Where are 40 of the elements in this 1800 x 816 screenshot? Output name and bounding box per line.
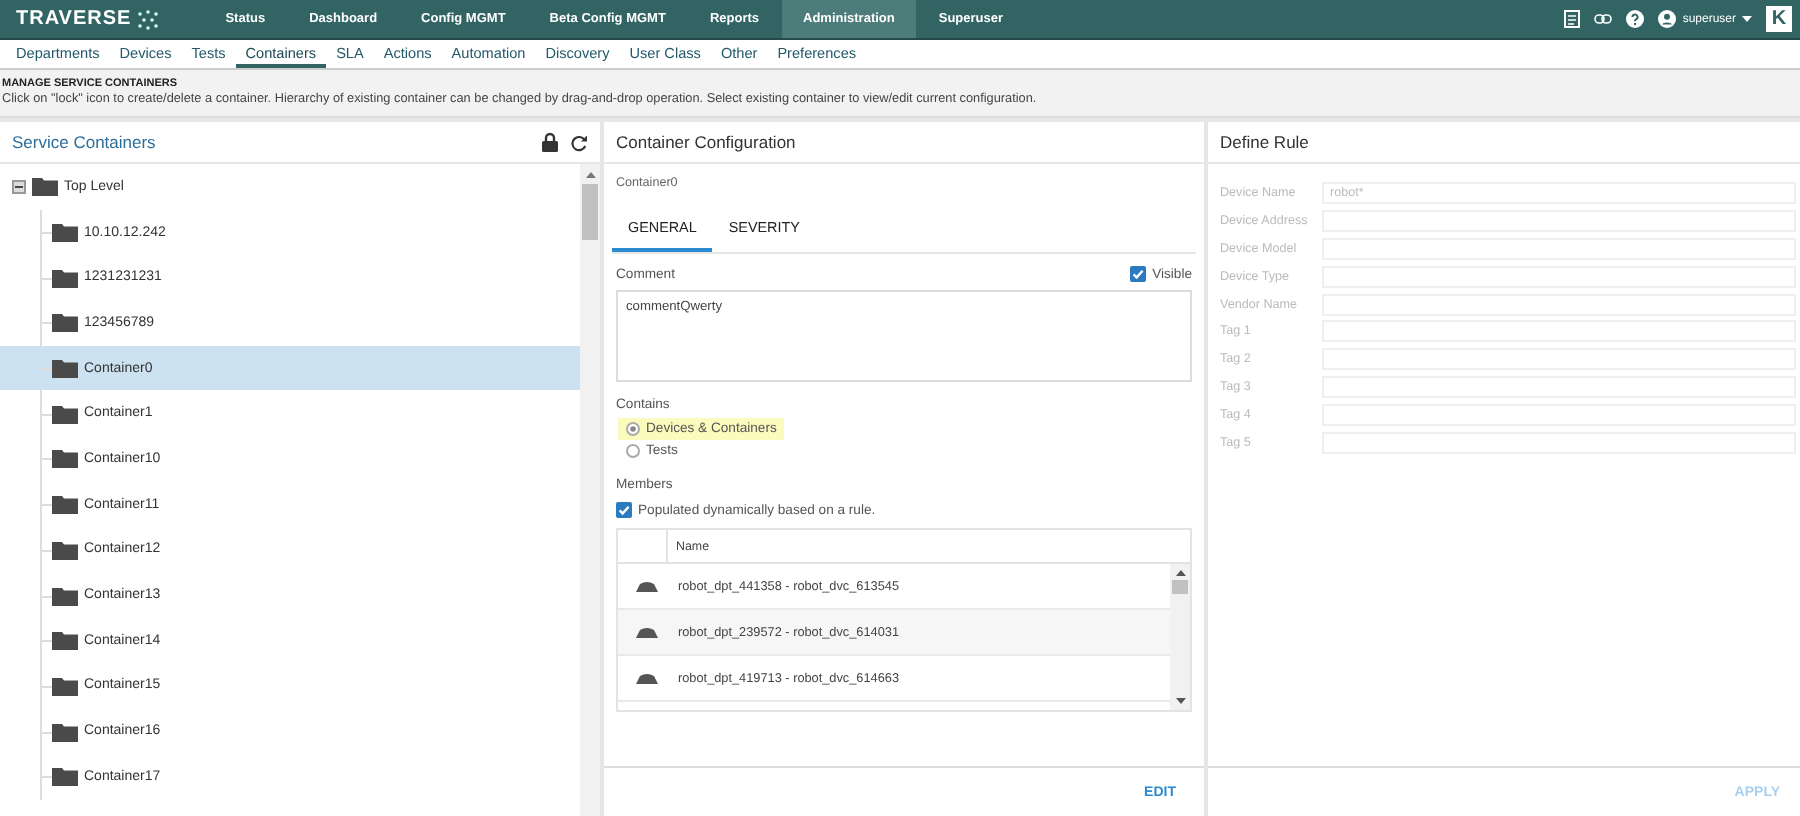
folder-icon (52, 222, 78, 243)
folder-icon (52, 403, 78, 424)
scroll-up-icon[interactable] (585, 172, 595, 178)
scrollbar[interactable] (1170, 564, 1190, 710)
folder-icon (52, 766, 78, 787)
folder-icon (52, 721, 78, 742)
scrollbar[interactable] (580, 164, 600, 816)
user-icon (1658, 10, 1677, 28)
panel-title: Define Rule (1220, 132, 1309, 152)
folder-icon (52, 494, 78, 515)
device-icon (636, 581, 658, 591)
dots-icon (135, 9, 160, 29)
checkbox[interactable] (1130, 266, 1147, 282)
app-badge[interactable]: K (1766, 6, 1792, 32)
folder-icon (52, 358, 78, 379)
folder-icon (32, 176, 58, 197)
scroll-thumb[interactable] (582, 184, 598, 240)
folder-icon (52, 539, 78, 560)
folder-icon (52, 267, 78, 288)
checkbox[interactable] (616, 502, 632, 518)
caret-icon (1742, 16, 1752, 22)
document-icon[interactable] (1564, 10, 1581, 28)
folder-icon (52, 585, 78, 606)
device-icon (636, 627, 658, 637)
device-icon (636, 673, 658, 683)
folder-icon (52, 630, 78, 651)
lock-icon[interactable] (542, 132, 558, 152)
scroll-up-icon[interactable] (1175, 570, 1185, 576)
brand-name: TRAVERSE (16, 8, 132, 30)
folder-icon (52, 312, 78, 333)
help-icon[interactable] (1626, 10, 1645, 28)
refresh-icon[interactable] (570, 133, 588, 151)
link-icon[interactable] (1594, 14, 1613, 24)
panel-title: Container Configuration (616, 132, 796, 152)
folder-icon (52, 448, 78, 469)
collapse-icon[interactable] (12, 179, 26, 194)
panel-title: Service Containers (12, 132, 158, 152)
scroll-thumb[interactable] (1172, 580, 1188, 594)
scroll-down-icon[interactable] (1175, 698, 1185, 704)
folder-icon (52, 675, 78, 696)
